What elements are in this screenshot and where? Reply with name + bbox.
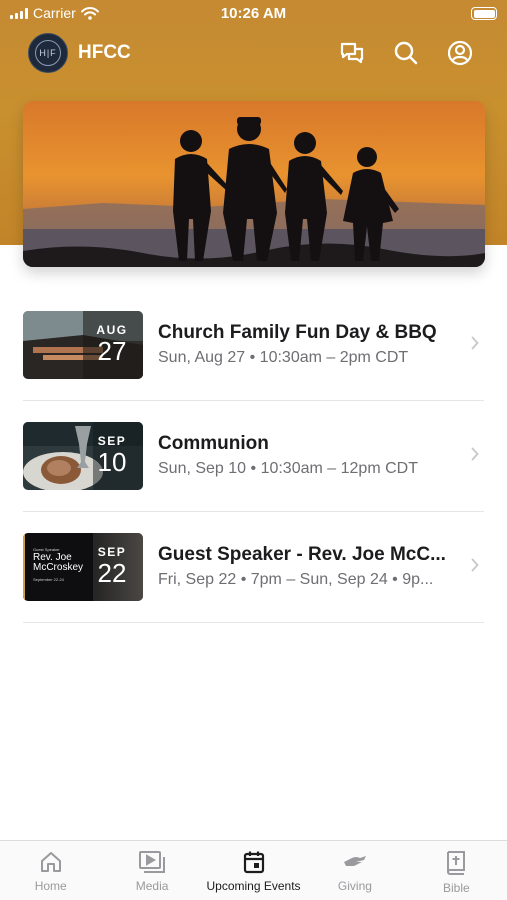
thumb-speaker-name: Rev. Joe McCroskey [33, 552, 84, 573]
date-badge: SEP 10 [95, 434, 129, 476]
tab-home[interactable]: Home [0, 841, 101, 900]
battery-icon [471, 7, 497, 20]
date-badge: SEP 22 [95, 545, 129, 587]
chevron-right-icon [471, 336, 479, 350]
events-list: AUG 27 Church Family Fun Day & BBQ Sun, … [0, 290, 507, 623]
messages-button[interactable] [337, 38, 367, 68]
tab-upcoming-events[interactable]: Upcoming Events [203, 841, 304, 900]
event-day: 10 [97, 447, 127, 477]
event-title: Guest Speaker - Rev. Joe McC... [158, 544, 446, 565]
clock: 10:26 AM [220, 5, 287, 22]
calendar-icon [243, 851, 264, 874]
event-day: 27 [97, 336, 127, 366]
tab-media[interactable]: Media [101, 841, 202, 900]
event-title: Church Family Fun Day & BBQ [158, 322, 437, 343]
event-thumbnail: Guest Speaker Rev. Joe McCroskey Septemb… [23, 533, 143, 601]
event-datetime: Sun, Aug 27 • 10:30am – 2pm CDT [158, 349, 409, 366]
profile-button[interactable] [445, 38, 475, 68]
event-title: Communion [158, 433, 269, 454]
account-icon [447, 40, 473, 66]
family-sunset-illustration [23, 101, 485, 267]
search-icon [394, 41, 418, 65]
event-month: AUG [96, 323, 128, 337]
logo-mark: H|F [35, 40, 61, 66]
app-bar: H|F HFCC [0, 32, 507, 74]
event-row[interactable]: SEP 10 Communion Sun, Sep 10 • 10:30am –… [0, 401, 507, 512]
event-thumbnail: SEP 10 [23, 422, 143, 490]
search-button[interactable] [391, 38, 421, 68]
bottom-tab-bar: Home Media Upcoming Events Giving Bible [0, 840, 507, 900]
event-thumbnail: AUG 27 [23, 311, 143, 379]
app-title: HFCC [78, 42, 131, 63]
event-month: SEP [97, 545, 127, 559]
date-badge: AUG 27 [95, 323, 129, 365]
event-row[interactable]: Guest Speaker Rev. Joe McCroskey Septemb… [0, 512, 507, 623]
event-day: 22 [97, 558, 127, 588]
status-bar: Carrier 10:26 AM [0, 0, 507, 28]
chat-icon [340, 42, 364, 64]
event-datetime: Sun, Sep 10 • 10:30am – 12pm CDT [158, 460, 418, 477]
tab-bible[interactable]: Bible [406, 841, 507, 900]
bible-icon [447, 851, 466, 875]
event-row[interactable]: AUG 27 Church Family Fun Day & BBQ Sun, … [0, 290, 507, 401]
giving-icon [343, 856, 366, 866]
thumb-accent [23, 533, 25, 601]
tab-label: Media [135, 879, 169, 893]
chevron-right-icon [471, 558, 479, 572]
event-month: SEP [97, 434, 127, 448]
hero-banner-image[interactable] [23, 101, 485, 267]
home-icon [40, 852, 61, 872]
row-divider [23, 622, 484, 623]
tab-label: Bible [442, 881, 470, 895]
tab-label: Home [34, 879, 67, 893]
thumb-dates-text: September 22-24 [33, 577, 64, 582]
event-datetime: Fri, Sep 22 • 7pm – Sun, Sep 24 • 9p... [158, 571, 434, 588]
tab-label: Giving [337, 879, 372, 893]
tab-giving[interactable]: Giving [304, 841, 405, 900]
tab-label: Upcoming Events [206, 879, 301, 893]
media-icon [139, 851, 166, 873]
church-logo[interactable]: H|F [28, 33, 68, 73]
chevron-right-icon [471, 447, 479, 461]
